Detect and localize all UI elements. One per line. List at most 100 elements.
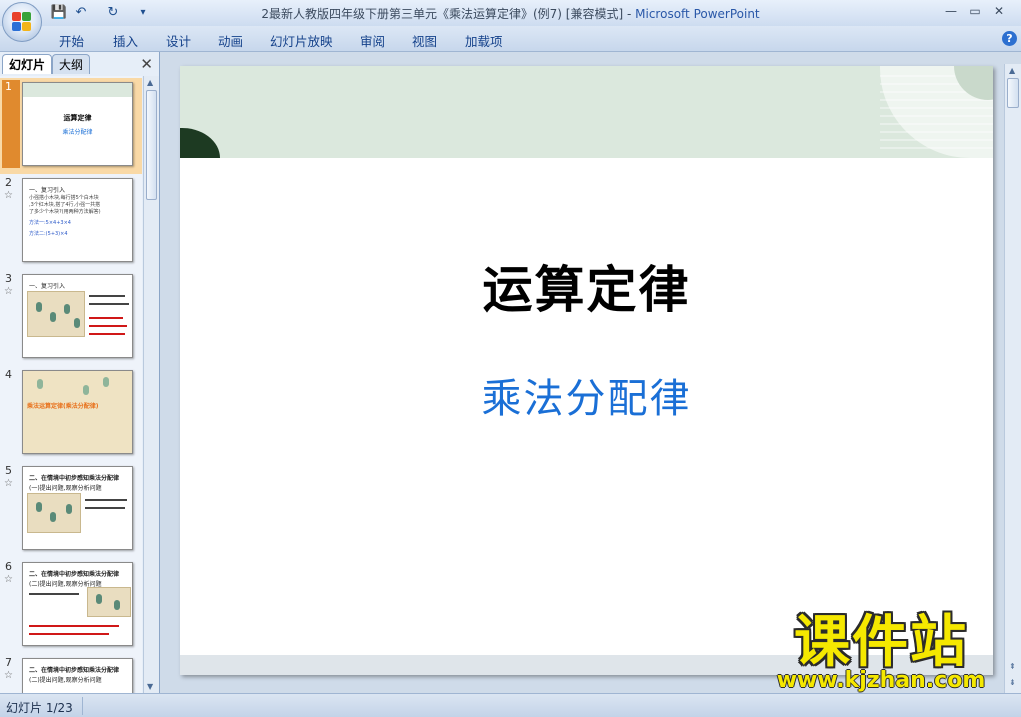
watermark-text: 课件站 — [794, 610, 968, 675]
slide-thumbnail-7[interactable]: 二、在情境中初步感知乘法分配律 (二)提出问题,观察分析问题 — [22, 658, 133, 693]
thumb-header-band — [23, 83, 132, 97]
thumb-picture: 乘法运算定律(乘法分配律) — [23, 371, 132, 453]
slide-number: 5 — [5, 464, 12, 477]
help-icon[interactable]: ? — [1002, 31, 1017, 46]
thumb-heading: 二、在情境中初步感知乘法分配律 — [29, 475, 120, 482]
thumb-subheading: (一)提出问题,观察分析问题 — [29, 485, 102, 492]
thumb-line: 小强搭小木块,每行搭5个白木块 — [29, 195, 99, 201]
tab-review[interactable]: 审阅 — [360, 31, 385, 50]
title-separator: - — [623, 7, 636, 21]
thumb-heading: 一、复习引入 — [29, 283, 66, 290]
slide-number: 4 — [5, 368, 12, 381]
thumbnail-row-6[interactable]: 6 ☆ 二、在情境中初步感知乘法分配律 (二)提出问题,观察分析问题 — [0, 558, 142, 654]
thumb-picture — [27, 493, 81, 533]
slide-number: 2 — [5, 176, 12, 189]
office-logo-icon — [12, 12, 32, 32]
slide-number: 6 — [5, 560, 12, 573]
app-name: Microsoft PowerPoint — [635, 7, 760, 21]
status-divider — [82, 697, 83, 715]
animation-star-icon: ☆ — [4, 286, 13, 297]
scroll-thumb[interactable] — [146, 90, 157, 200]
slide-thumbnail-5[interactable]: 二、在情境中初步感知乘法分配律 (一)提出问题,观察分析问题 — [22, 466, 133, 550]
ribbon-tabs: 开始 插入 设计 动画 幻灯片放映 审阅 视图 加载项 ? — [0, 26, 1021, 52]
close-panel-icon[interactable]: ✕ — [140, 55, 153, 73]
slide-thumbnail-1[interactable]: 运算定律 乘法分配律 — [22, 82, 133, 166]
thumb-line — [29, 625, 119, 627]
scroll-down-icon[interactable]: ▼ — [147, 682, 153, 691]
previous-slide-icon[interactable]: ⇞ — [1009, 662, 1016, 671]
slide-editor: 运算定律 乘法分配律 ▲ ⇞ ⇟ — [162, 52, 1021, 693]
slide-number: 3 — [5, 272, 12, 285]
thumb-heading: 二、在情境中初步感知乘法分配律 — [29, 667, 120, 674]
thumbnail-row-2[interactable]: 2 ☆ 一、复习引入 小强搭小木块,每行搭5个白木块 ,3个红木块,搭了4行,小… — [0, 174, 142, 270]
slide-title[interactable]: 运算定律 — [180, 250, 993, 322]
tab-view[interactable]: 视图 — [412, 31, 437, 50]
thumb-method-2: 方法二:(5+3)×4 — [29, 231, 68, 237]
scroll-up-icon[interactable]: ▲ — [147, 78, 153, 87]
thumbnail-scrollbar[interactable]: ▲ ▼ — [143, 76, 159, 693]
window-title: 2最新人教版四年级下册第三单元《乘法运算定律》(例7) [兼容模式] - Mic… — [0, 5, 1021, 22]
close-button[interactable]: ✕ — [990, 3, 1008, 19]
scroll-thumb[interactable] — [1007, 78, 1019, 108]
thumbnail-row-5[interactable]: 5 ☆ 二、在情境中初步感知乘法分配律 (一)提出问题,观察分析问题 — [0, 462, 142, 558]
thumbnail-row-3[interactable]: 3 ☆ 一、复习引入 — [0, 270, 142, 366]
thumb-line — [89, 303, 129, 305]
slide-header-decoration — [180, 66, 993, 158]
thumb-line — [85, 499, 127, 501]
maximize-button[interactable]: ▭ — [966, 3, 984, 19]
tab-outline[interactable]: 大纲 — [52, 54, 91, 74]
animation-star-icon: ☆ — [4, 574, 13, 585]
watermark-url: www.kjzhan.com — [776, 668, 986, 693]
thumb-title: 运算定律 — [63, 114, 92, 122]
slide-counter: 幻灯片 1/23 — [6, 701, 73, 715]
thumb-subheading: (二)提出问题,观察分析问题 — [29, 677, 102, 684]
tab-insert[interactable]: 插入 — [113, 31, 138, 50]
document-title: 2最新人教版四年级下册第三单元《乘法运算定律》(例7) [兼容模式] — [261, 7, 624, 21]
current-slide[interactable]: 运算定律 乘法分配律 — [180, 66, 993, 675]
thumb-body: 小强搭小木块,每行搭5个白木块 ,3个红木块,搭了4行,小强一共搭 了多少个木块… — [29, 195, 129, 238]
tab-slideshow[interactable]: 幻灯片放映 — [270, 31, 333, 50]
thumb-line — [89, 325, 127, 327]
slide-thumbnail-2[interactable]: 一、复习引入 小强搭小木块,每行搭5个白木块 ,3个红木块,搭了4行,小强一共搭… — [22, 178, 133, 262]
tab-addins[interactable]: 加载项 — [465, 31, 503, 50]
thumbnail-row-7[interactable]: 7 ☆ 二、在情境中初步感知乘法分配律 (二)提出问题,观察分析问题 — [0, 654, 142, 693]
next-slide-icon[interactable]: ⇟ — [1009, 678, 1016, 687]
slide-subtitle[interactable]: 乘法分配律 — [180, 366, 993, 424]
thumb-picture — [27, 291, 85, 337]
tab-animations[interactable]: 动画 — [218, 31, 243, 50]
slides-panel: 幻灯片 大纲 ✕ 1 运算定律 乘法分配律 2 ☆ 一、复习引入 小强搭小木块,… — [0, 52, 160, 693]
tab-design[interactable]: 设计 — [166, 31, 191, 50]
animation-star-icon: ☆ — [4, 670, 13, 681]
thumb-banner: 乘法运算定律(乘法分配律) — [27, 403, 99, 410]
animation-star-icon: ☆ — [4, 478, 13, 489]
office-button[interactable] — [2, 2, 42, 42]
scroll-up-icon[interactable]: ▲ — [1009, 66, 1015, 75]
watermark: 课件站 www.kjzhan.com — [761, 610, 1001, 694]
thumb-heading: 一、复习引入 — [29, 187, 66, 194]
slide-thumbnail-6[interactable]: 二、在情境中初步感知乘法分配律 (二)提出问题,观察分析问题 — [22, 562, 133, 646]
thumb-line — [89, 295, 125, 297]
status-bar: 幻灯片 1/23 — [0, 693, 1021, 717]
tab-home[interactable]: 开始 — [59, 31, 84, 50]
slide-number: 7 — [5, 656, 12, 669]
animation-star-icon: ☆ — [4, 190, 13, 201]
slide-scrollbar[interactable]: ▲ ⇞ ⇟ — [1004, 64, 1021, 693]
thumb-line: 了多少个木块?(用两种方法解答) — [29, 209, 101, 215]
thumb-line: ,3个红木块,搭了4行,小强一共搭 — [29, 202, 101, 208]
slide-thumbnail-3[interactable]: 一、复习引入 — [22, 274, 133, 358]
thumb-picture — [87, 587, 131, 617]
thumb-heading: 二、在情境中初步感知乘法分配律 — [29, 571, 120, 578]
slide-number: 1 — [5, 80, 12, 93]
minimize-button[interactable]: — — [942, 3, 960, 19]
slide-thumbnail-4[interactable]: 乘法运算定律(乘法分配律) — [22, 370, 133, 454]
thumb-line — [85, 507, 125, 509]
thumb-subtitle: 乘法分配律 — [62, 129, 93, 136]
title-bar: 💾 ↶ ↻ ▾ 2最新人教版四年级下册第三单元《乘法运算定律》(例7) [兼容模… — [0, 0, 1021, 26]
thumbnail-row-1[interactable]: 1 运算定律 乘法分配律 — [0, 78, 142, 174]
selection-indicator — [2, 80, 20, 168]
thumbnail-row-4[interactable]: 4 乘法运算定律(乘法分配律) — [0, 366, 142, 462]
thumbnail-list: 1 运算定律 乘法分配律 2 ☆ 一、复习引入 小强搭小木块,每行搭5个白木块 … — [0, 76, 142, 693]
tab-slides[interactable]: 幻灯片 — [2, 54, 53, 74]
thumb-line — [29, 633, 109, 635]
thumb-line — [29, 593, 79, 595]
